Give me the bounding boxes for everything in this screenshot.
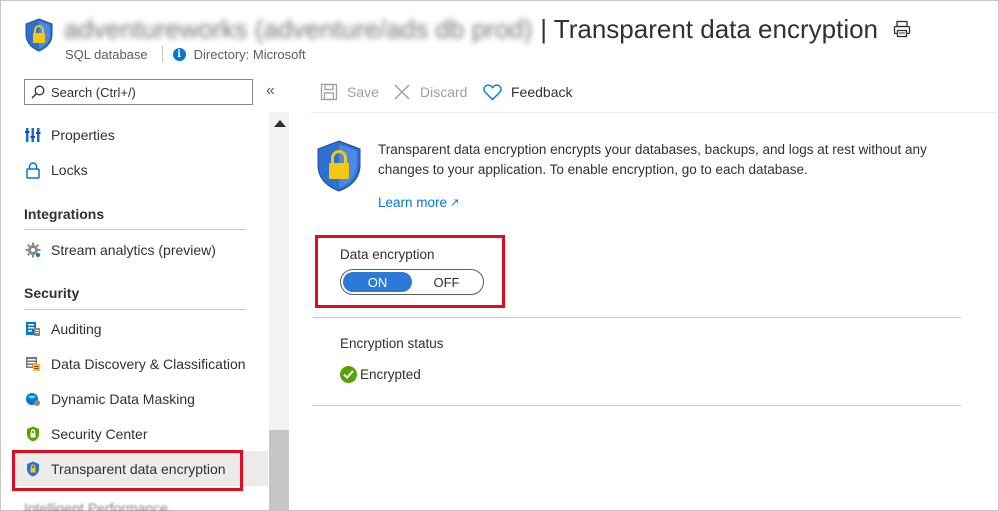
sidebar-item-dynamic-data-masking[interactable]: Dynamic Data Masking [24, 386, 195, 412]
scrollbar-thumb[interactable] [269, 430, 289, 511]
info-icon: i [172, 47, 186, 61]
learn-more-label: Learn more [378, 195, 448, 210]
shield-lock-icon [25, 18, 53, 52]
content-divider [313, 405, 961, 406]
external-link-icon: ↗ [450, 197, 460, 209]
section-divider [24, 229, 246, 230]
section-divider [24, 309, 246, 310]
sidebar-item-properties[interactable]: Properties [24, 122, 115, 148]
toolbar-divider [311, 112, 999, 113]
save-button[interactable]: Save [320, 81, 379, 103]
sidebar-search-input[interactable]: Search (Ctrl+/) [24, 79, 253, 105]
subtitle-divider [161, 46, 163, 62]
feedback-label: Feedback [511, 84, 573, 100]
sidebar-item-label: Dynamic Data Masking [51, 391, 195, 407]
content-divider [313, 317, 961, 318]
save-label: Save [347, 84, 379, 100]
blade-title: | Transparent data encryption [540, 13, 879, 44]
discard-button[interactable]: Discard [393, 81, 467, 103]
shield-lock-icon [317, 140, 361, 192]
resource-subtitle: SQL database i Directory: Microsoft [65, 46, 306, 62]
sidebar-section-integrations: Integrations [24, 206, 105, 222]
heart-icon [483, 83, 502, 101]
feedback-button[interactable]: Feedback [483, 81, 572, 103]
properties-icon [24, 126, 42, 144]
resource-type: SQL database [65, 46, 148, 62]
directory-label: Directory: Microsoft [193, 46, 306, 62]
search-icon [31, 85, 45, 99]
sidebar-cutoff-section: Intelligent Performance [24, 500, 168, 511]
sidebar-item-stream-analytics[interactable]: Stream analytics (preview) [24, 237, 216, 263]
sidebar-item-label: Stream analytics (preview) [51, 242, 216, 258]
sidebar-item-label: Data Discovery & Classification [51, 356, 246, 372]
page-title: adventureworks (adventure/ads db prod) |… [64, 12, 878, 46]
sidebar-section-security: Security [24, 285, 80, 301]
sidebar-item-label: Security Center [51, 426, 148, 442]
sidebar-item-security-center[interactable]: Security Center [24, 421, 147, 447]
sidebar-item-data-discovery[interactable]: Data Discovery & Classification [24, 351, 246, 377]
save-icon [320, 83, 338, 101]
resource-name: adventureworks (adventure/ads db prod) [64, 13, 533, 44]
highlight-box-toggle [315, 235, 505, 308]
sidebar-item-locks[interactable]: Locks [24, 157, 88, 183]
encryption-status-label: Encryption status [340, 336, 444, 351]
sidebar-item-label: Properties [51, 127, 115, 143]
discard-label: Discard [420, 84, 468, 100]
scroll-up-arrow-icon[interactable] [274, 120, 286, 127]
checkmark-icon [340, 366, 357, 383]
lock-icon [24, 161, 42, 179]
auditing-icon [24, 320, 42, 338]
data-discovery-icon [24, 355, 42, 373]
security-center-icon [24, 425, 42, 443]
sidebar-item-label: Locks [51, 162, 88, 178]
print-icon[interactable] [893, 20, 911, 38]
highlight-box-sidebar [12, 450, 243, 491]
collapse-sidebar-button[interactable]: « [266, 82, 275, 100]
search-placeholder: Search (Ctrl+/) [51, 84, 136, 100]
sidebar-item-label: Auditing [51, 321, 102, 337]
tde-description: Transparent data encryption encrypts you… [378, 142, 927, 177]
close-icon [393, 83, 411, 101]
encryption-status-text: Encrypted [360, 367, 421, 382]
masking-icon [24, 390, 42, 408]
sidebar-item-auditing[interactable]: Auditing [24, 316, 102, 342]
encryption-status-value: Encrypted [340, 366, 421, 383]
learn-more-link[interactable]: Learn more ↗ [378, 195, 459, 210]
gear-icon [24, 241, 42, 259]
